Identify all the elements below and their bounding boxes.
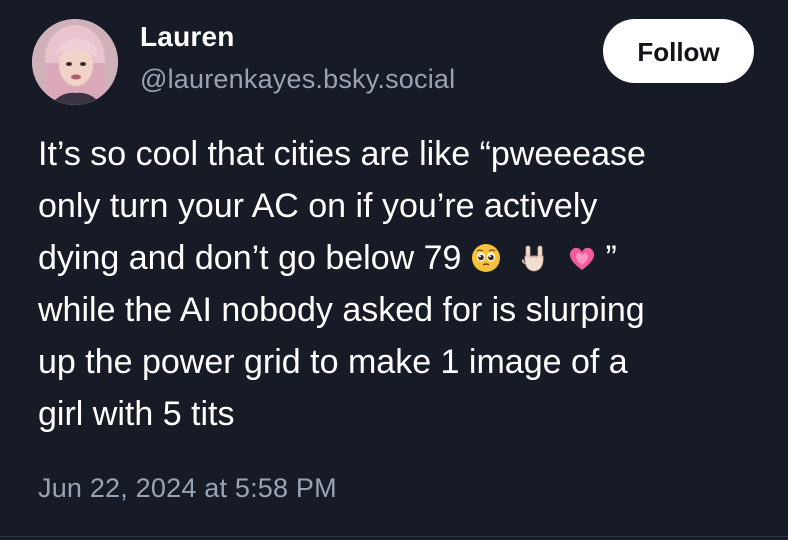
profile-photo-icon bbox=[32, 19, 118, 105]
closing-quote: ” bbox=[605, 239, 617, 277]
growing-heart-emoji-icon bbox=[567, 243, 597, 273]
post-text-line: while the AI nobody asked for is slurpin… bbox=[38, 291, 645, 329]
author-handle[interactable]: @laurenkayes.bsky.social bbox=[140, 64, 455, 95]
post-text-line: girl with 5 tits bbox=[38, 395, 235, 433]
follow-button[interactable]: Follow bbox=[603, 19, 754, 83]
post-text: It’s so cool that cities are like “pweee… bbox=[38, 128, 768, 440]
post-card: Lauren @laurenkayes.bsky.social Follow I… bbox=[0, 0, 788, 540]
sign-of-horns-emoji-icon bbox=[519, 243, 549, 273]
author-display-name[interactable]: Lauren bbox=[140, 21, 235, 53]
post-text-line: only turn your AC on if you’re actively bbox=[38, 187, 598, 225]
avatar[interactable] bbox=[32, 19, 118, 105]
post-text-line: up the power grid to make 1 image of a bbox=[38, 343, 628, 381]
post-timestamp[interactable]: Jun 22, 2024 at 5:58 PM bbox=[38, 473, 337, 504]
post-text-line: It’s so cool that cities are like “pweee… bbox=[38, 135, 646, 173]
post-text-segment: dying and don’t go below 79 bbox=[38, 239, 462, 277]
pleading-face-emoji-icon bbox=[471, 243, 501, 273]
post-text-line-with-emojis: dying and don’t go below 79 ” bbox=[38, 232, 768, 284]
divider bbox=[0, 536, 788, 537]
